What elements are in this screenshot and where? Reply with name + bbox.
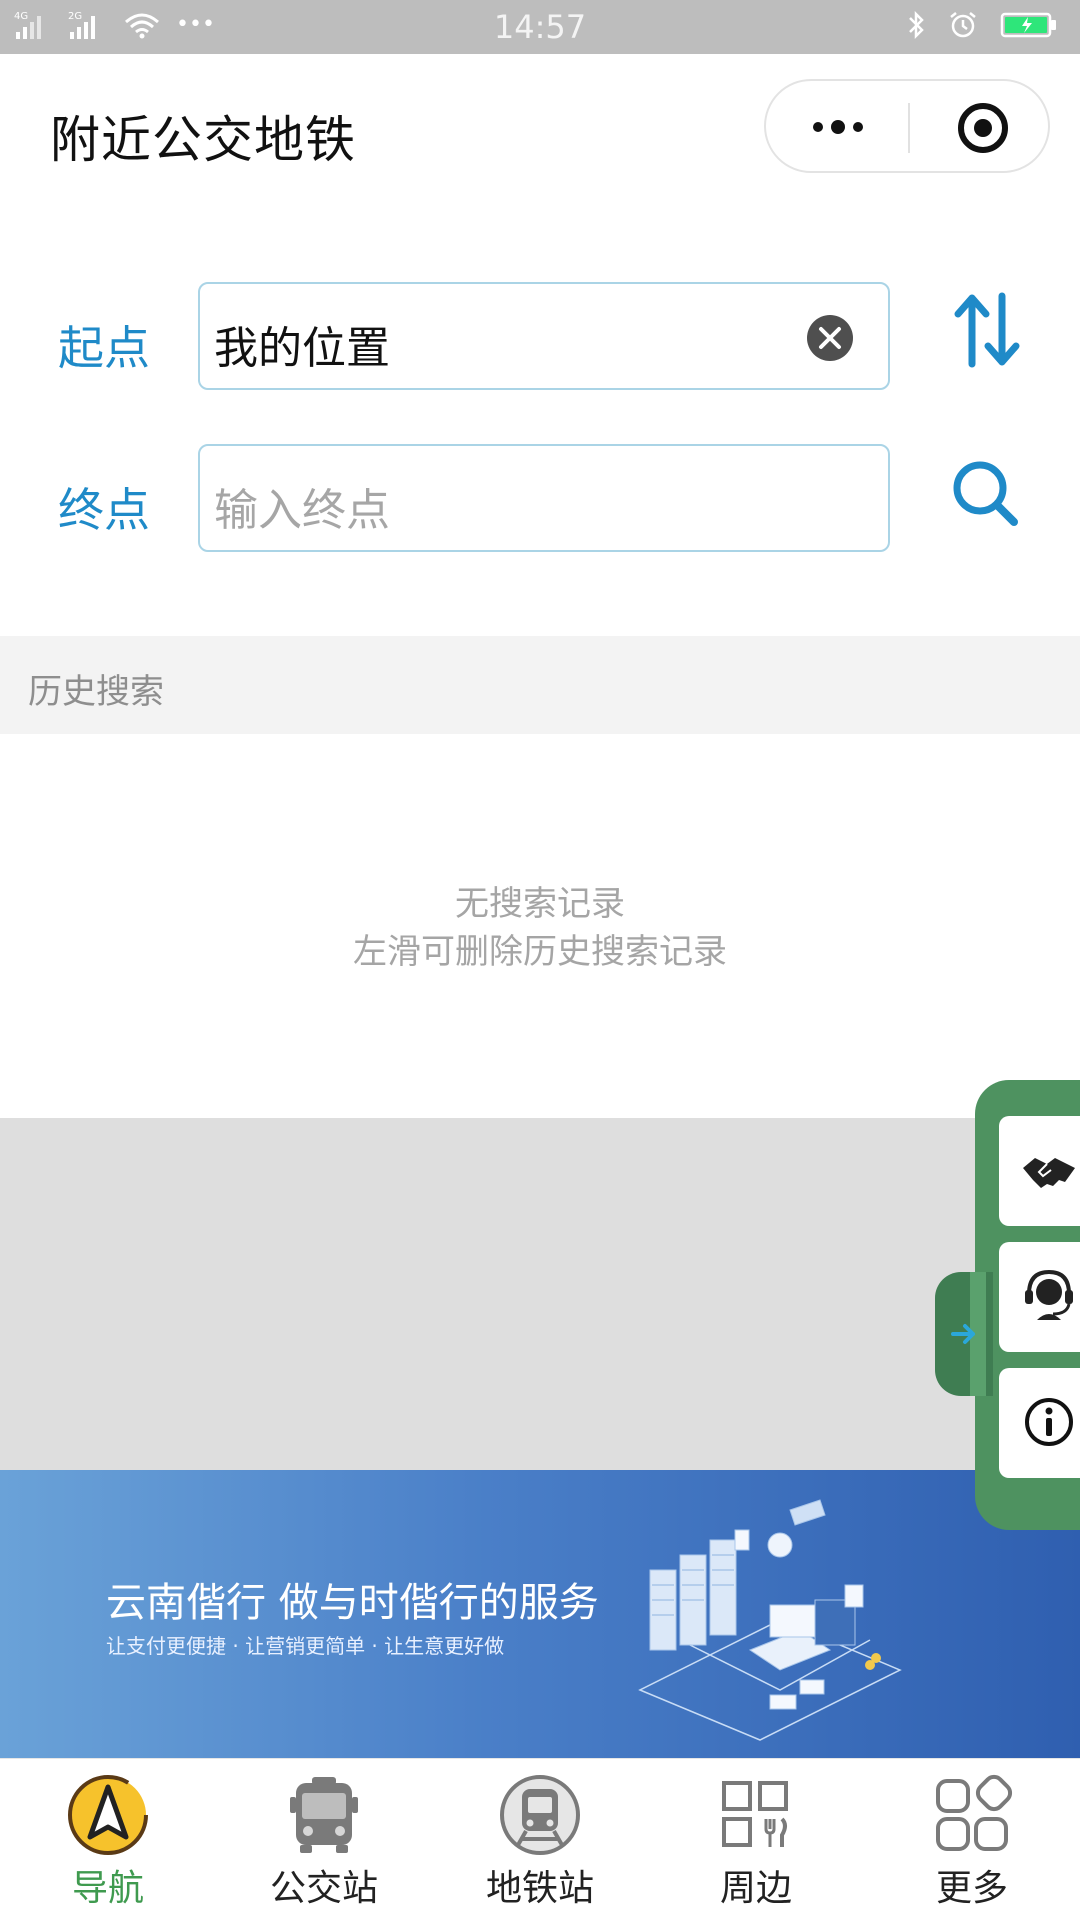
arrow-right-icon [951,1324,975,1344]
more-options-icon[interactable] [806,107,870,147]
mini-program-capsule [764,79,1050,173]
end-field[interactable]: 输入终点 [198,444,890,552]
isometric-network-illustration [638,1499,902,1741]
search-icon[interactable] [950,458,1020,528]
promo-banner[interactable]: 云南偕行 做与时偕行的服务 让支付更便捷 · 让营销更简单 · 让生意更好做 [0,1470,1080,1758]
bluetooth-icon [909,10,924,40]
banner-subline: 让支付更便捷 · 让营销更简单 · 让生意更好做 [106,1634,505,1658]
info-icon [1025,1398,1073,1446]
tab-bus-stop[interactable]: 公交站 [216,1759,432,1920]
info-button[interactable] [999,1368,1080,1478]
capsule-divider [908,103,910,153]
navigation-icon [68,1775,148,1855]
tab-more[interactable]: 更多 [864,1759,1080,1920]
customer-service-button[interactable] [999,1242,1080,1352]
history-empty-line1: 无搜索记录 [455,884,625,924]
clear-start-icon[interactable] [806,314,854,362]
tab-more-label: 更多 [935,1868,1008,1909]
history-header: 历史搜索 [0,636,1080,734]
close-mini-program-icon[interactable] [956,101,1010,155]
history-title: 历史搜索 [28,672,164,712]
battery-icon [1000,12,1056,38]
tab-bus-stop-label: 公交站 [269,1868,378,1909]
tab-subway-station-label: 地铁站 [485,1868,594,1909]
swap-direction-icon[interactable] [952,290,1022,370]
bottom-tab-bar: 导航 公交站 地铁站 周边 更多 [0,1758,1080,1920]
app-screen: 4G 2G ••• 14:57 附近公交地铁 起点 我的位置 终点 输入终点 历… [0,0,1080,1920]
ad-placeholder-area [0,1118,1080,1470]
more-grid-icon [936,1774,1013,1851]
end-placeholder[interactable]: 输入终点 [214,474,390,538]
tab-navigation[interactable]: 导航 [0,1759,216,1920]
nearby-icon [722,1781,788,1847]
history-empty-state: 无搜索记录 左滑可删除历史搜索记录 [0,880,1080,976]
status-right [906,10,1058,40]
banner-headline: 云南偕行 做与时偕行的服务 [106,1580,599,1626]
tab-navigation-label: 导航 [71,1868,144,1909]
history-empty-line2: 左滑可删除历史搜索记录 [353,932,727,972]
customer-service-icon [1025,1269,1073,1320]
side-panel-toggle[interactable] [935,1272,993,1396]
start-field[interactable]: 我的位置 [198,282,890,390]
start-value[interactable]: 我的位置 [214,312,390,376]
alarm-icon [950,12,976,38]
tab-subway-station[interactable]: 地铁站 [432,1759,648,1920]
cooperation-button[interactable] [999,1116,1080,1226]
tab-nearby-label: 周边 [719,1868,792,1909]
bus-icon [290,1777,358,1853]
status-bar: 4G 2G ••• 14:57 [0,0,1080,54]
start-label: 起点 [58,321,150,375]
subway-icon [500,1775,580,1855]
handshake-icon [1023,1158,1075,1188]
title-bar: 附近公交地铁 [0,54,1080,198]
page-title: 附近公交地铁 [50,111,356,169]
end-label: 终点 [58,483,150,537]
tab-nearby[interactable]: 周边 [648,1759,864,1920]
